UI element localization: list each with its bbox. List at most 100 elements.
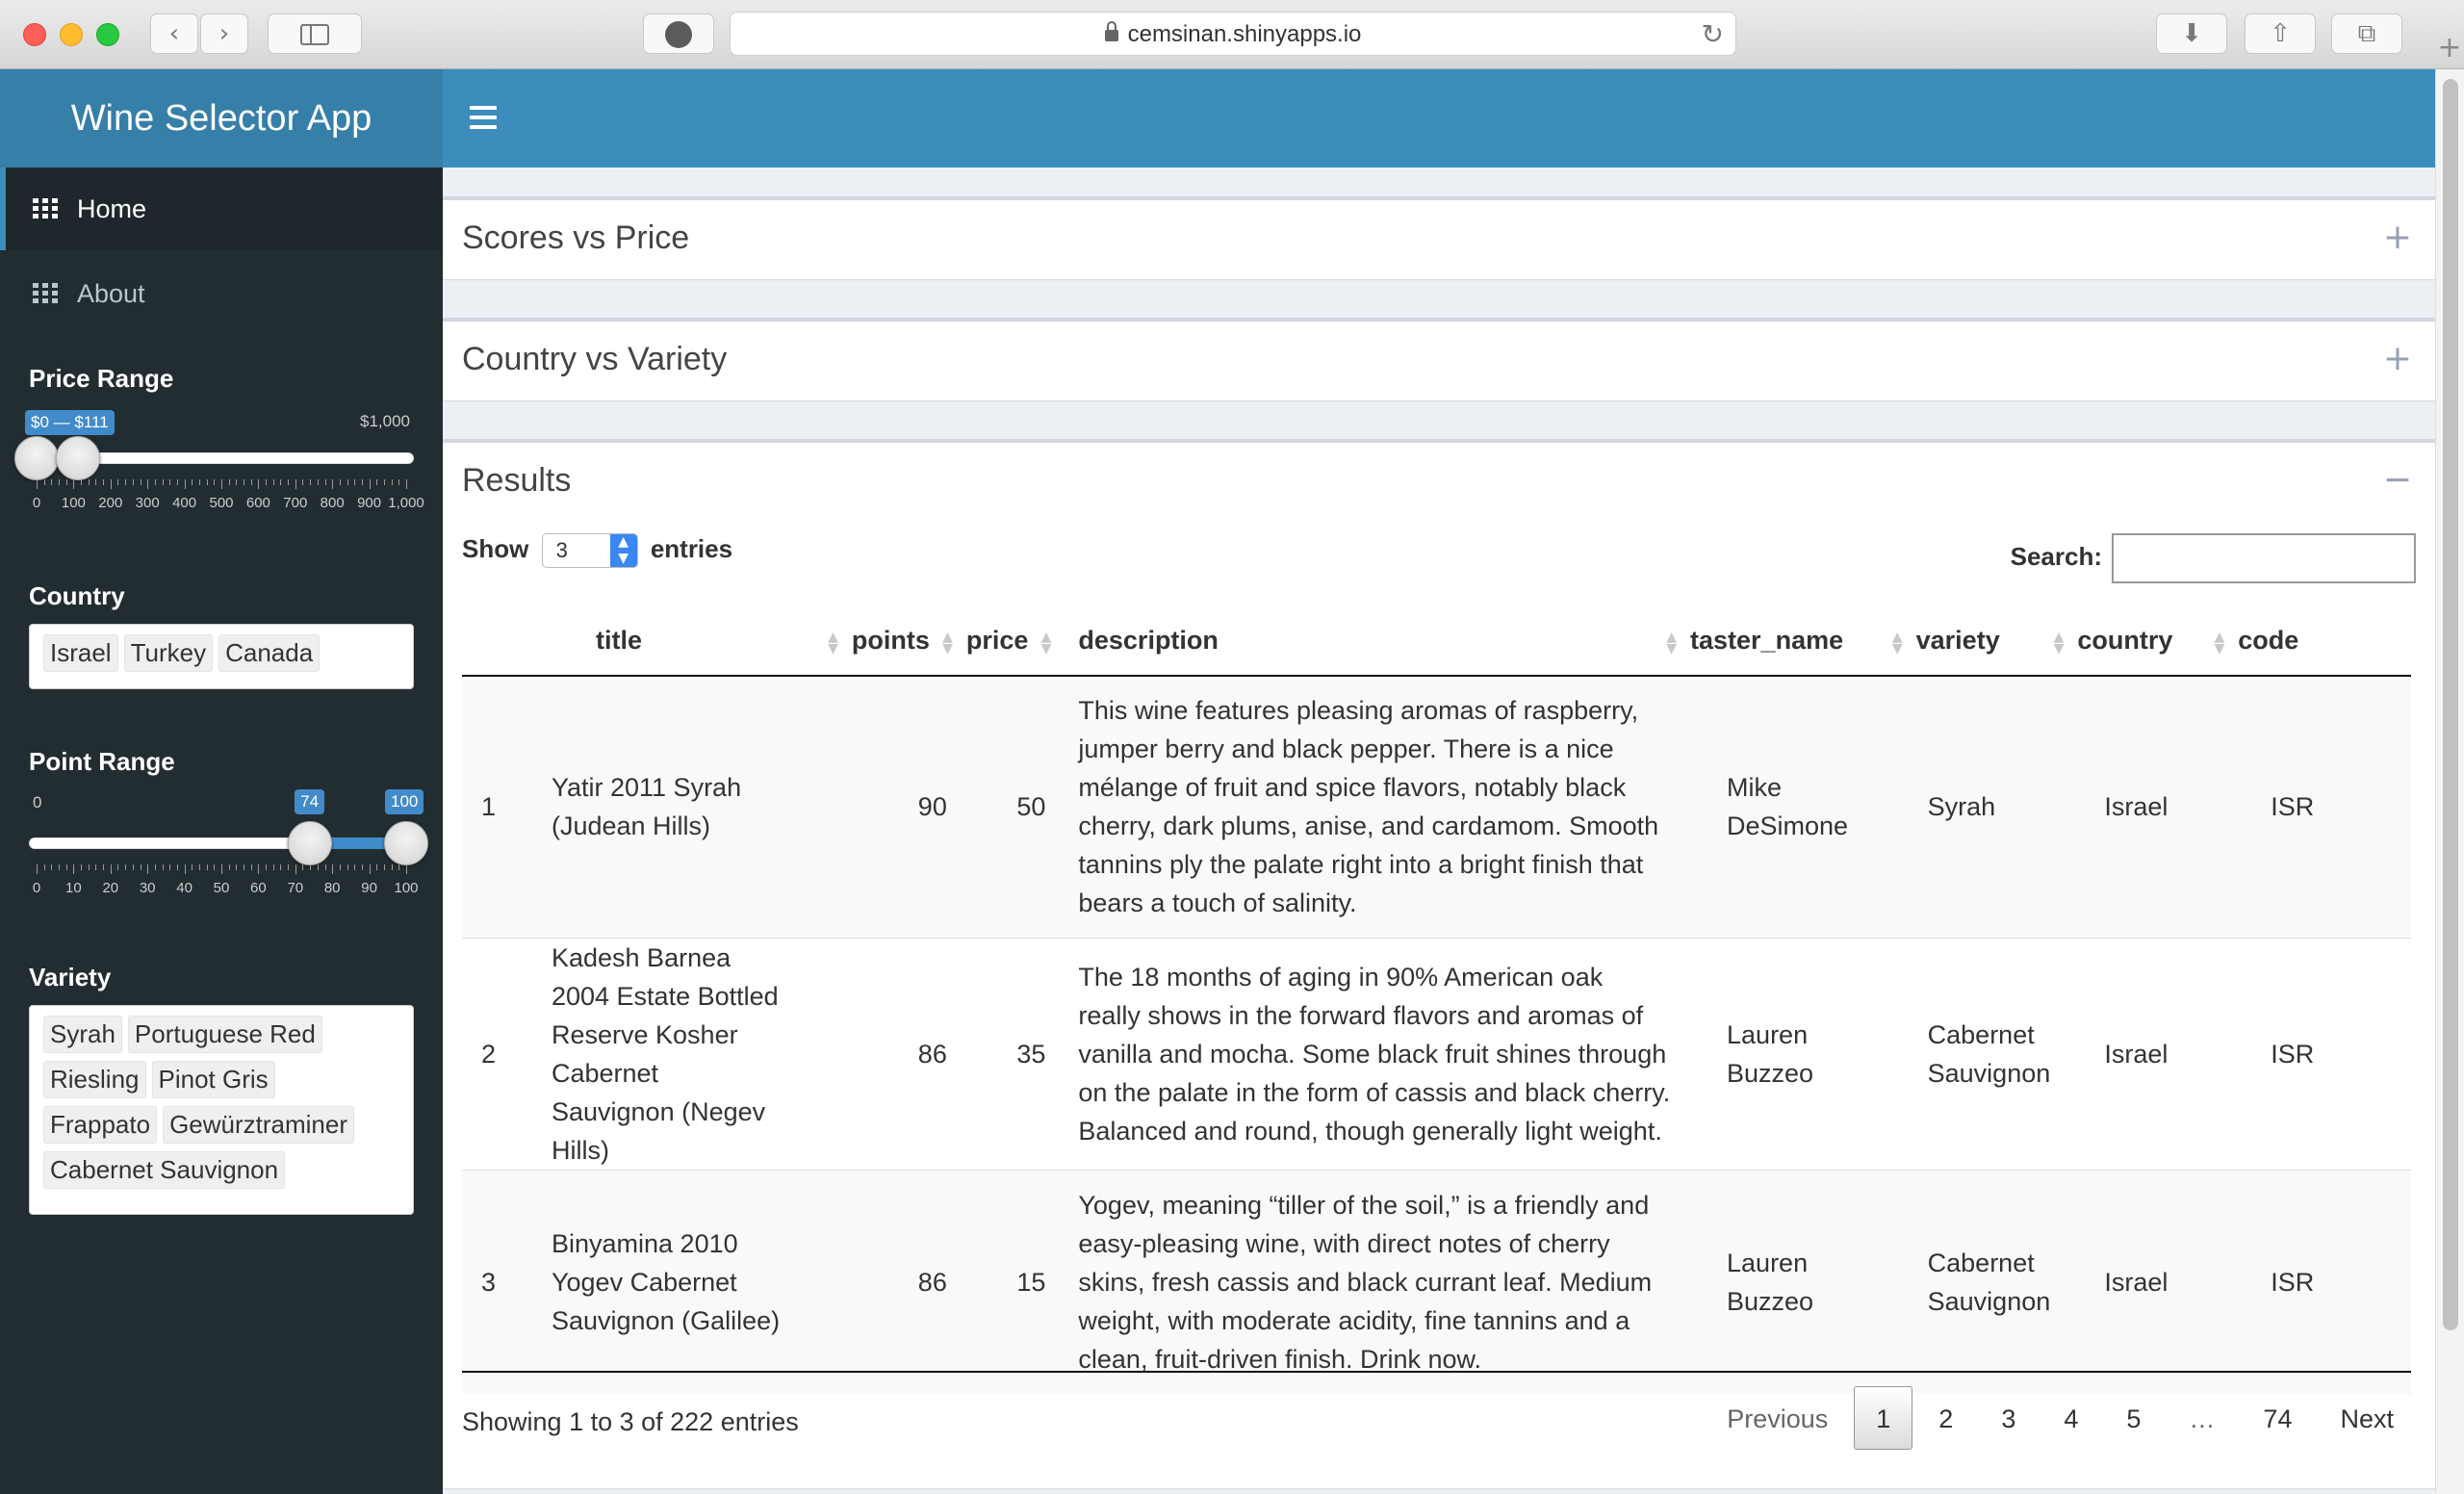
table-row[interactable]: 3 Binyamina 2010 Yogev Cabernet Sauvigno… [462,1169,2411,1395]
variety-chip[interactable]: Pinot Gris [151,1061,275,1098]
slider-tick-label: 600 [245,495,270,511]
minimize-window-button[interactable] [60,23,83,46]
variety-chip[interactable]: Riesling [43,1061,146,1098]
results-table: title ▲ ▼ points ▲ ▼ price ▲ ▼ description ▲ ▼ t… [462,606,2411,1395]
downloads-button[interactable]: ⬇ [2156,13,2227,54]
column-header-taster-name[interactable]: taster_name ▲ ▼ [1681,606,1907,677]
main-content: Scores vs Price + Country vs Variety + R… [443,167,2435,1494]
slider-minor-tick [59,864,61,870]
sidebar-item-about[interactable]: About [0,252,443,335]
slider-tick-label: 100 [394,880,419,896]
slider-tick-label: 30 [139,880,156,896]
slider-tick [295,864,296,874]
country-chip[interactable]: Israel [43,634,118,672]
slider-minor-tick [398,864,400,870]
slider-tick-label: 80 [323,880,341,896]
plus-icon: + [2437,31,2462,64]
slider-minor-tick [117,864,119,870]
url-text: cemsinan.shinyapps.io [1127,21,1362,47]
sidebar-toggle-button[interactable] [268,13,362,54]
collapse-icon[interactable]: − [2383,460,2412,500]
slider-tick [332,479,334,489]
price-slider-handle-to[interactable] [55,436,100,480]
slider-minor-tick [162,864,164,870]
slider-minor-tick [354,864,356,870]
variety-chip[interactable]: Cabernet Sauvignon [43,1151,286,1189]
pagination-previous[interactable]: Previous [1705,1386,1850,1450]
slider-minor-tick [383,479,385,485]
hamburger-menu-icon[interactable] [470,106,497,129]
sidebar-item-home[interactable]: Home [0,167,443,250]
variety-select[interactable]: Syrah Portuguese Red Riesling Pinot Gris Fra… [29,1005,414,1215]
zoom-window-button[interactable] [96,23,119,46]
price-slider-handle-from[interactable] [14,436,59,480]
slider-minor-tick [346,479,348,485]
forward-button[interactable]: › [200,13,248,54]
table-info: Showing 1 to 3 of 222 entries [462,1407,799,1436]
pagination-page[interactable]: 3 [1979,1386,2038,1450]
share-button[interactable]: ⇧ [2245,13,2316,54]
page-scrollbar[interactable] [2435,69,2464,1494]
slider-minor-tick [280,864,282,870]
pagination-page[interactable]: 4 [2041,1386,2100,1450]
slider-minor-tick [169,479,171,485]
variety-chip[interactable]: Portuguese Red [127,1016,322,1053]
slider-tick [332,864,334,874]
search-input[interactable] [2112,533,2416,583]
slider-tick-label: 0 [32,880,41,896]
column-header-variety[interactable]: variety ▲ ▼ [1906,606,2068,677]
column-header-price[interactable]: price ▲ ▼ [956,606,1056,677]
column-header-index[interactable] [462,606,532,677]
slider-minor-tick [65,864,67,870]
country-chip[interactable]: Turkey [123,634,214,672]
slider-minor-tick [162,479,164,485]
column-header-title[interactable]: title ▲ ▼ [531,606,842,677]
sort-icon: ▲ ▼ [828,630,838,657]
table-row[interactable]: 2 Kadesh Barnea 2004 Estate Bottled Rese… [462,937,2411,1170]
point-slider-handle-from[interactable] [288,821,333,865]
slider-minor-tick [88,864,90,870]
country-chip[interactable]: Canada [218,634,321,672]
variety-chip[interactable]: Gewürztraminer [163,1106,355,1144]
expand-icon[interactable]: + [2383,339,2412,378]
slider-tick-label: 50 [213,880,230,896]
column-header-description[interactable]: description ▲ ▼ [1055,606,1681,677]
cell-index: 2 [462,937,532,1170]
country-select[interactable]: Israel Turkey Canada [29,624,414,689]
extension-button[interactable] [643,13,714,54]
slider-tick [73,479,75,489]
pagination-page[interactable]: 5 [2104,1386,2163,1450]
slider-tick-label: 70 [287,880,304,896]
pagination-page[interactable]: 74 [2241,1386,2314,1450]
entries-length-control: Show 3 ▲ ▼ entries [462,531,732,569]
pagination-page[interactable]: 1 [1854,1386,1913,1450]
reload-icon[interactable]: ↻ [1702,18,1724,50]
pagination-next[interactable]: Next [2318,1386,2416,1450]
cell-title: Yatir 2011 Syrah (Judean Hills) [531,675,842,938]
price-range-slider[interactable]: $0 — $111 $1,000 0 100 200 300 400 500 600 700 8… [14,410,424,511]
variety-chip[interactable]: Syrah [43,1016,122,1053]
address-bar[interactable]: cemsinan.shinyapps.io ↻ [730,12,1736,56]
point-slider-handle-to[interactable] [384,821,428,865]
tab-overview-button[interactable]: ⧉ [2331,13,2402,54]
expand-icon[interactable]: + [2383,218,2412,257]
sort-icon: ▲ ▼ [2053,630,2065,657]
app-logo[interactable]: Wine Selector App [0,69,443,167]
close-window-button[interactable] [23,23,46,46]
grammarly-icon [665,20,692,48]
entries-select[interactable]: 3 ▲ ▼ [541,533,638,569]
pagination-page[interactable]: 2 [1916,1386,1975,1450]
scrollbar-thumb[interactable] [2443,79,2458,1330]
column-header-code[interactable]: code [2228,606,2411,677]
back-button[interactable]: ‹ [150,13,198,54]
slider-tick [184,864,186,874]
point-range-slider[interactable]: 0 74 100 0 10 20 30 40 50 60 70 80 90 100 [29,789,428,896]
sort-icon: ▲ ▼ [1891,630,1903,657]
new-tab-button[interactable]: + [2435,27,2464,69]
column-header-points[interactable]: points ▲ ▼ [841,606,957,677]
table-row[interactable]: 1 Yatir 2011 Syrah (Judean Hills) 90 50 … [462,675,2411,938]
variety-chip[interactable]: Frappato [43,1106,158,1144]
slider-tick-label: 500 [209,495,234,511]
column-header-country[interactable]: country ▲ ▼ [2067,606,2229,677]
slider-minor-tick [324,479,326,485]
